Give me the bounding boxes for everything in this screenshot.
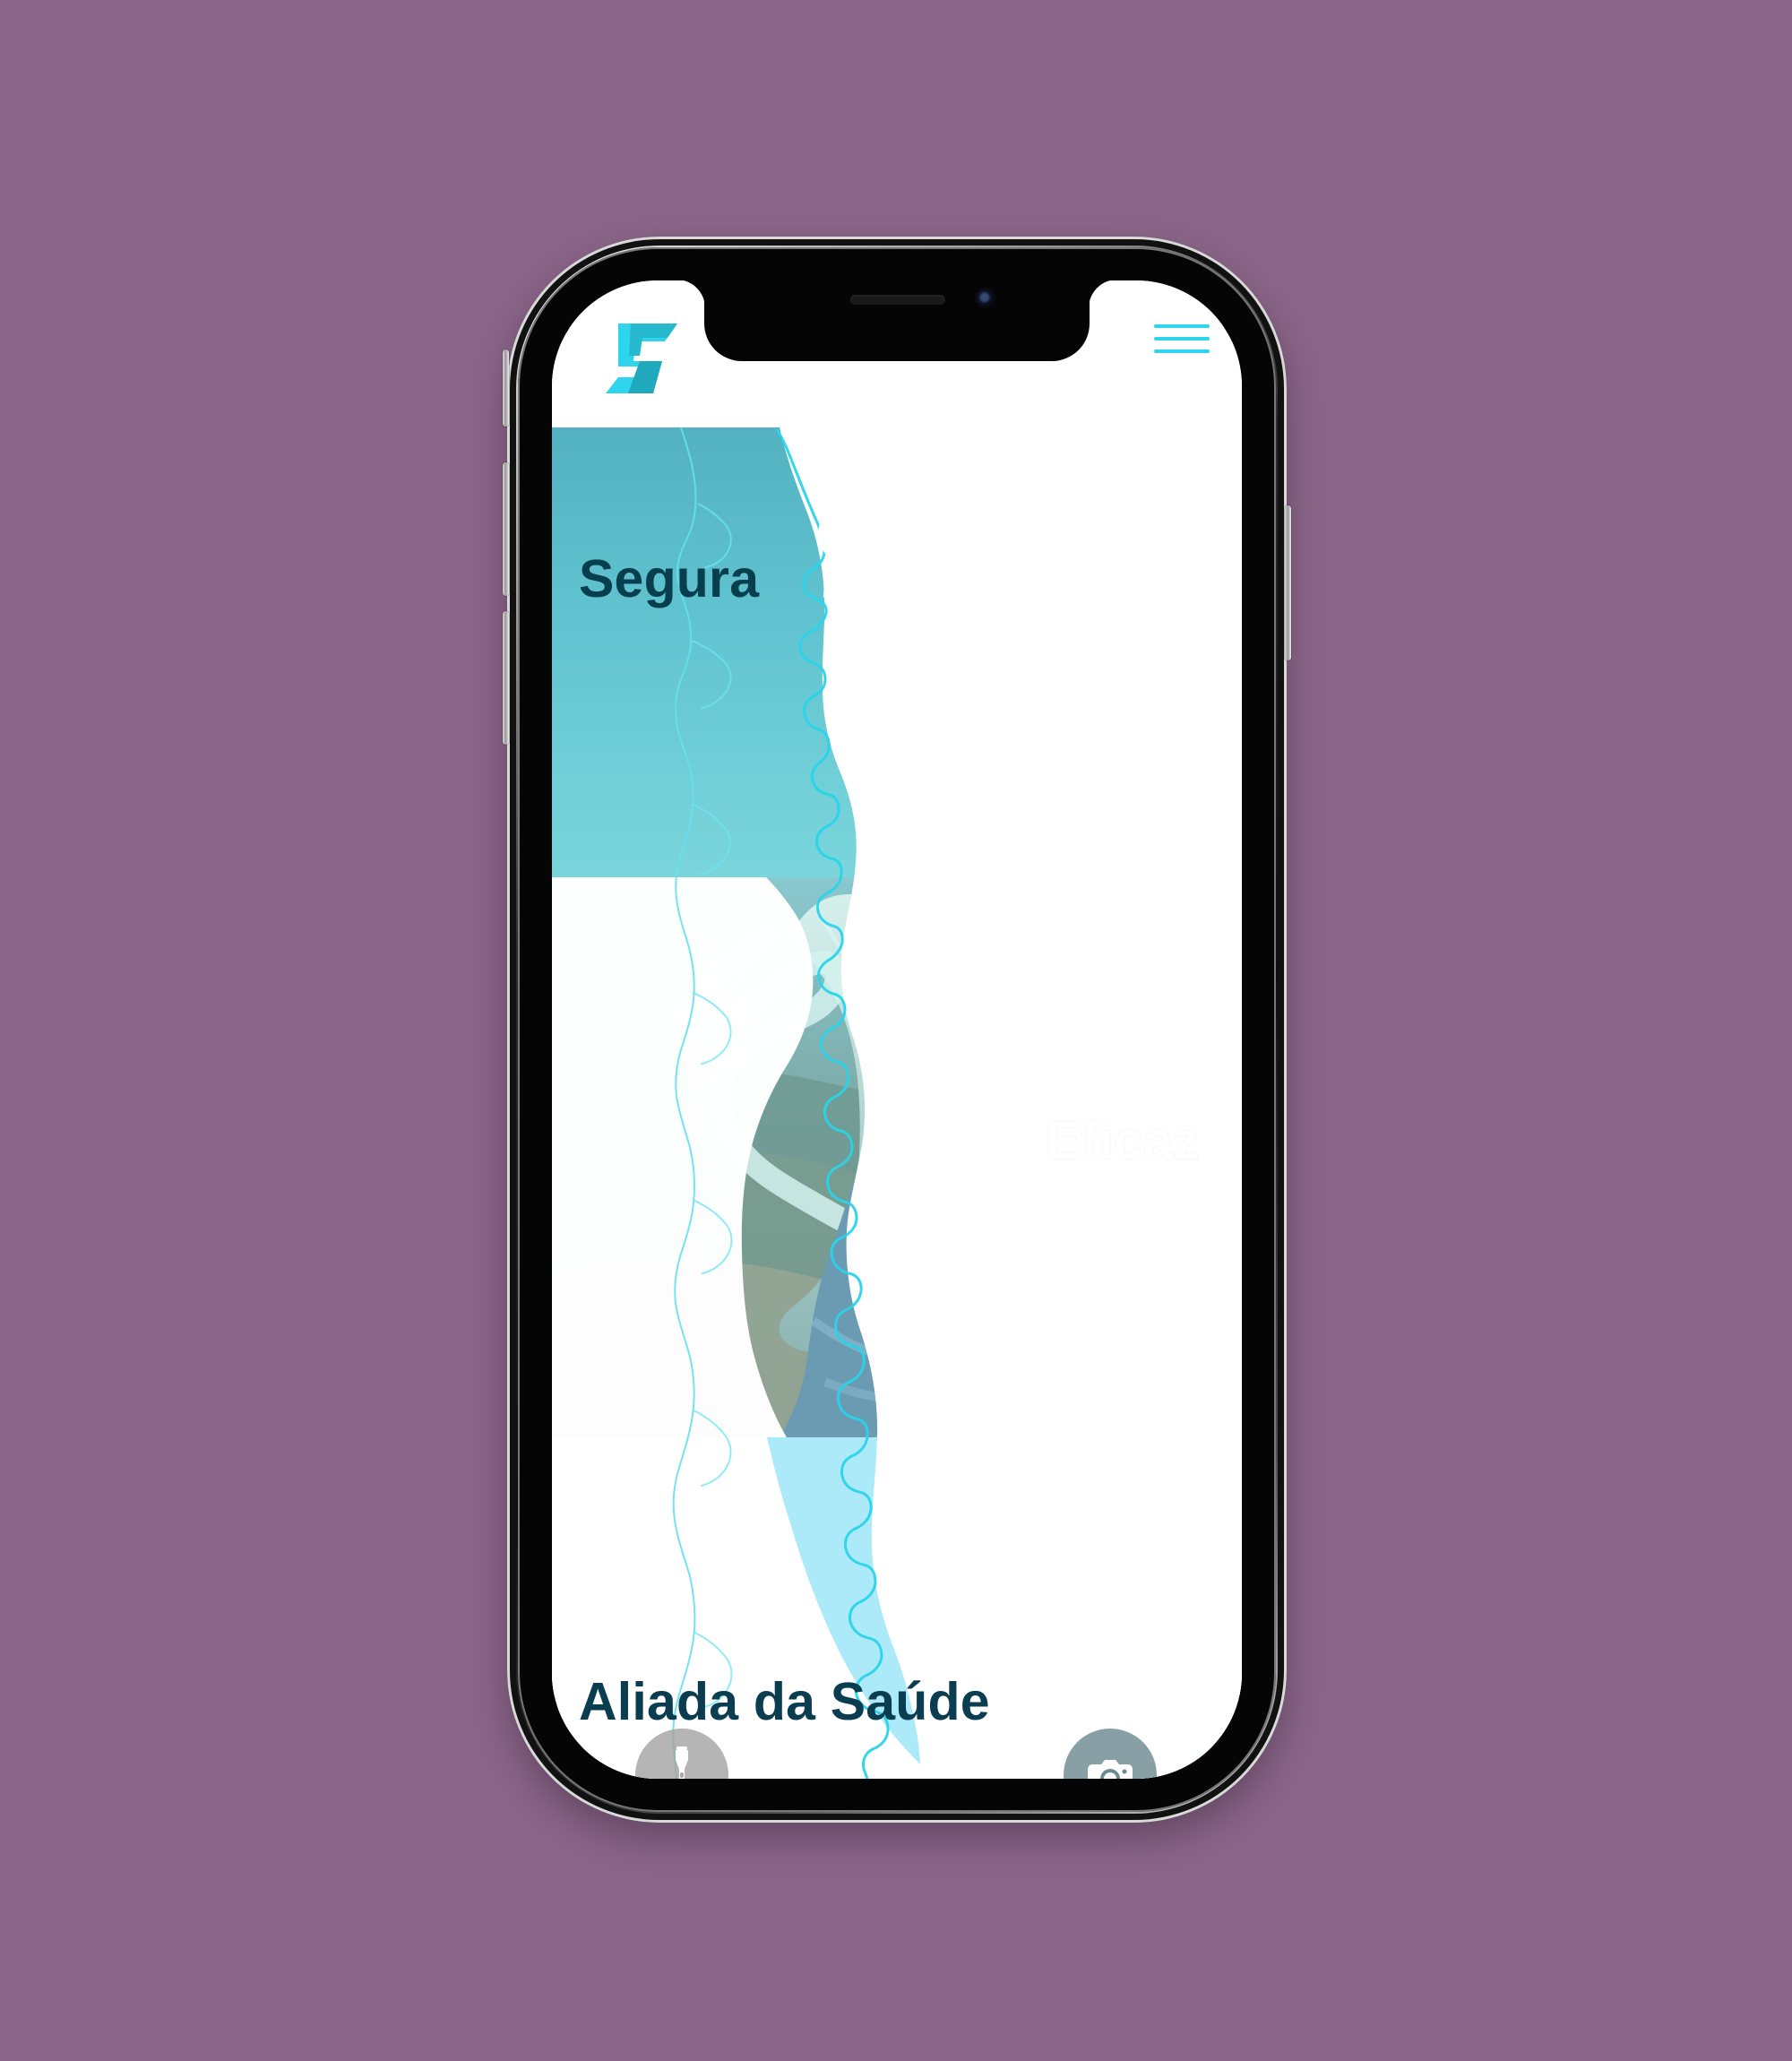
menu-line-middle (1154, 337, 1210, 341)
menu-line-top (1154, 324, 1210, 328)
menu-button[interactable] (1154, 321, 1211, 360)
speaker-grill (850, 295, 945, 305)
phone-side-button-left-bottom (503, 611, 509, 745)
status-pill (878, 571, 916, 582)
phone-side-button-left-mid (503, 462, 509, 596)
s-logo-icon[interactable] (602, 318, 681, 397)
main-content: 9:37 September 26 Segura Eficaz Aliada d… (552, 427, 1242, 1779)
hero-word-eficaz: Eficaz (1046, 1111, 1200, 1170)
front-camera-icon (975, 288, 996, 309)
phone-side-button-left-top (503, 349, 509, 427)
camera-button[interactable] (1064, 1729, 1157, 1779)
flashlight-button[interactable] (635, 1729, 728, 1779)
phone-screen: 9:37 September 26 Segura Eficaz Aliada d… (552, 280, 1242, 1779)
lockscreen-time: 9:37 (806, 476, 1091, 632)
hero-word-aliada-da-saude: Aliada da Saúde (579, 1672, 990, 1731)
phone-notch (704, 280, 1090, 361)
lockscreen-date: September 26 (874, 635, 1111, 677)
menu-line-bottom (1154, 349, 1210, 353)
hero-word-segura: Segura (579, 549, 760, 608)
camera-icon (1088, 1760, 1133, 1779)
flashlight-icon (676, 1746, 688, 1779)
mockup-scene: 9:37 September 26 Segura Eficaz Aliada d… (0, 0, 1792, 2061)
phone-side-button-right (1285, 505, 1291, 660)
